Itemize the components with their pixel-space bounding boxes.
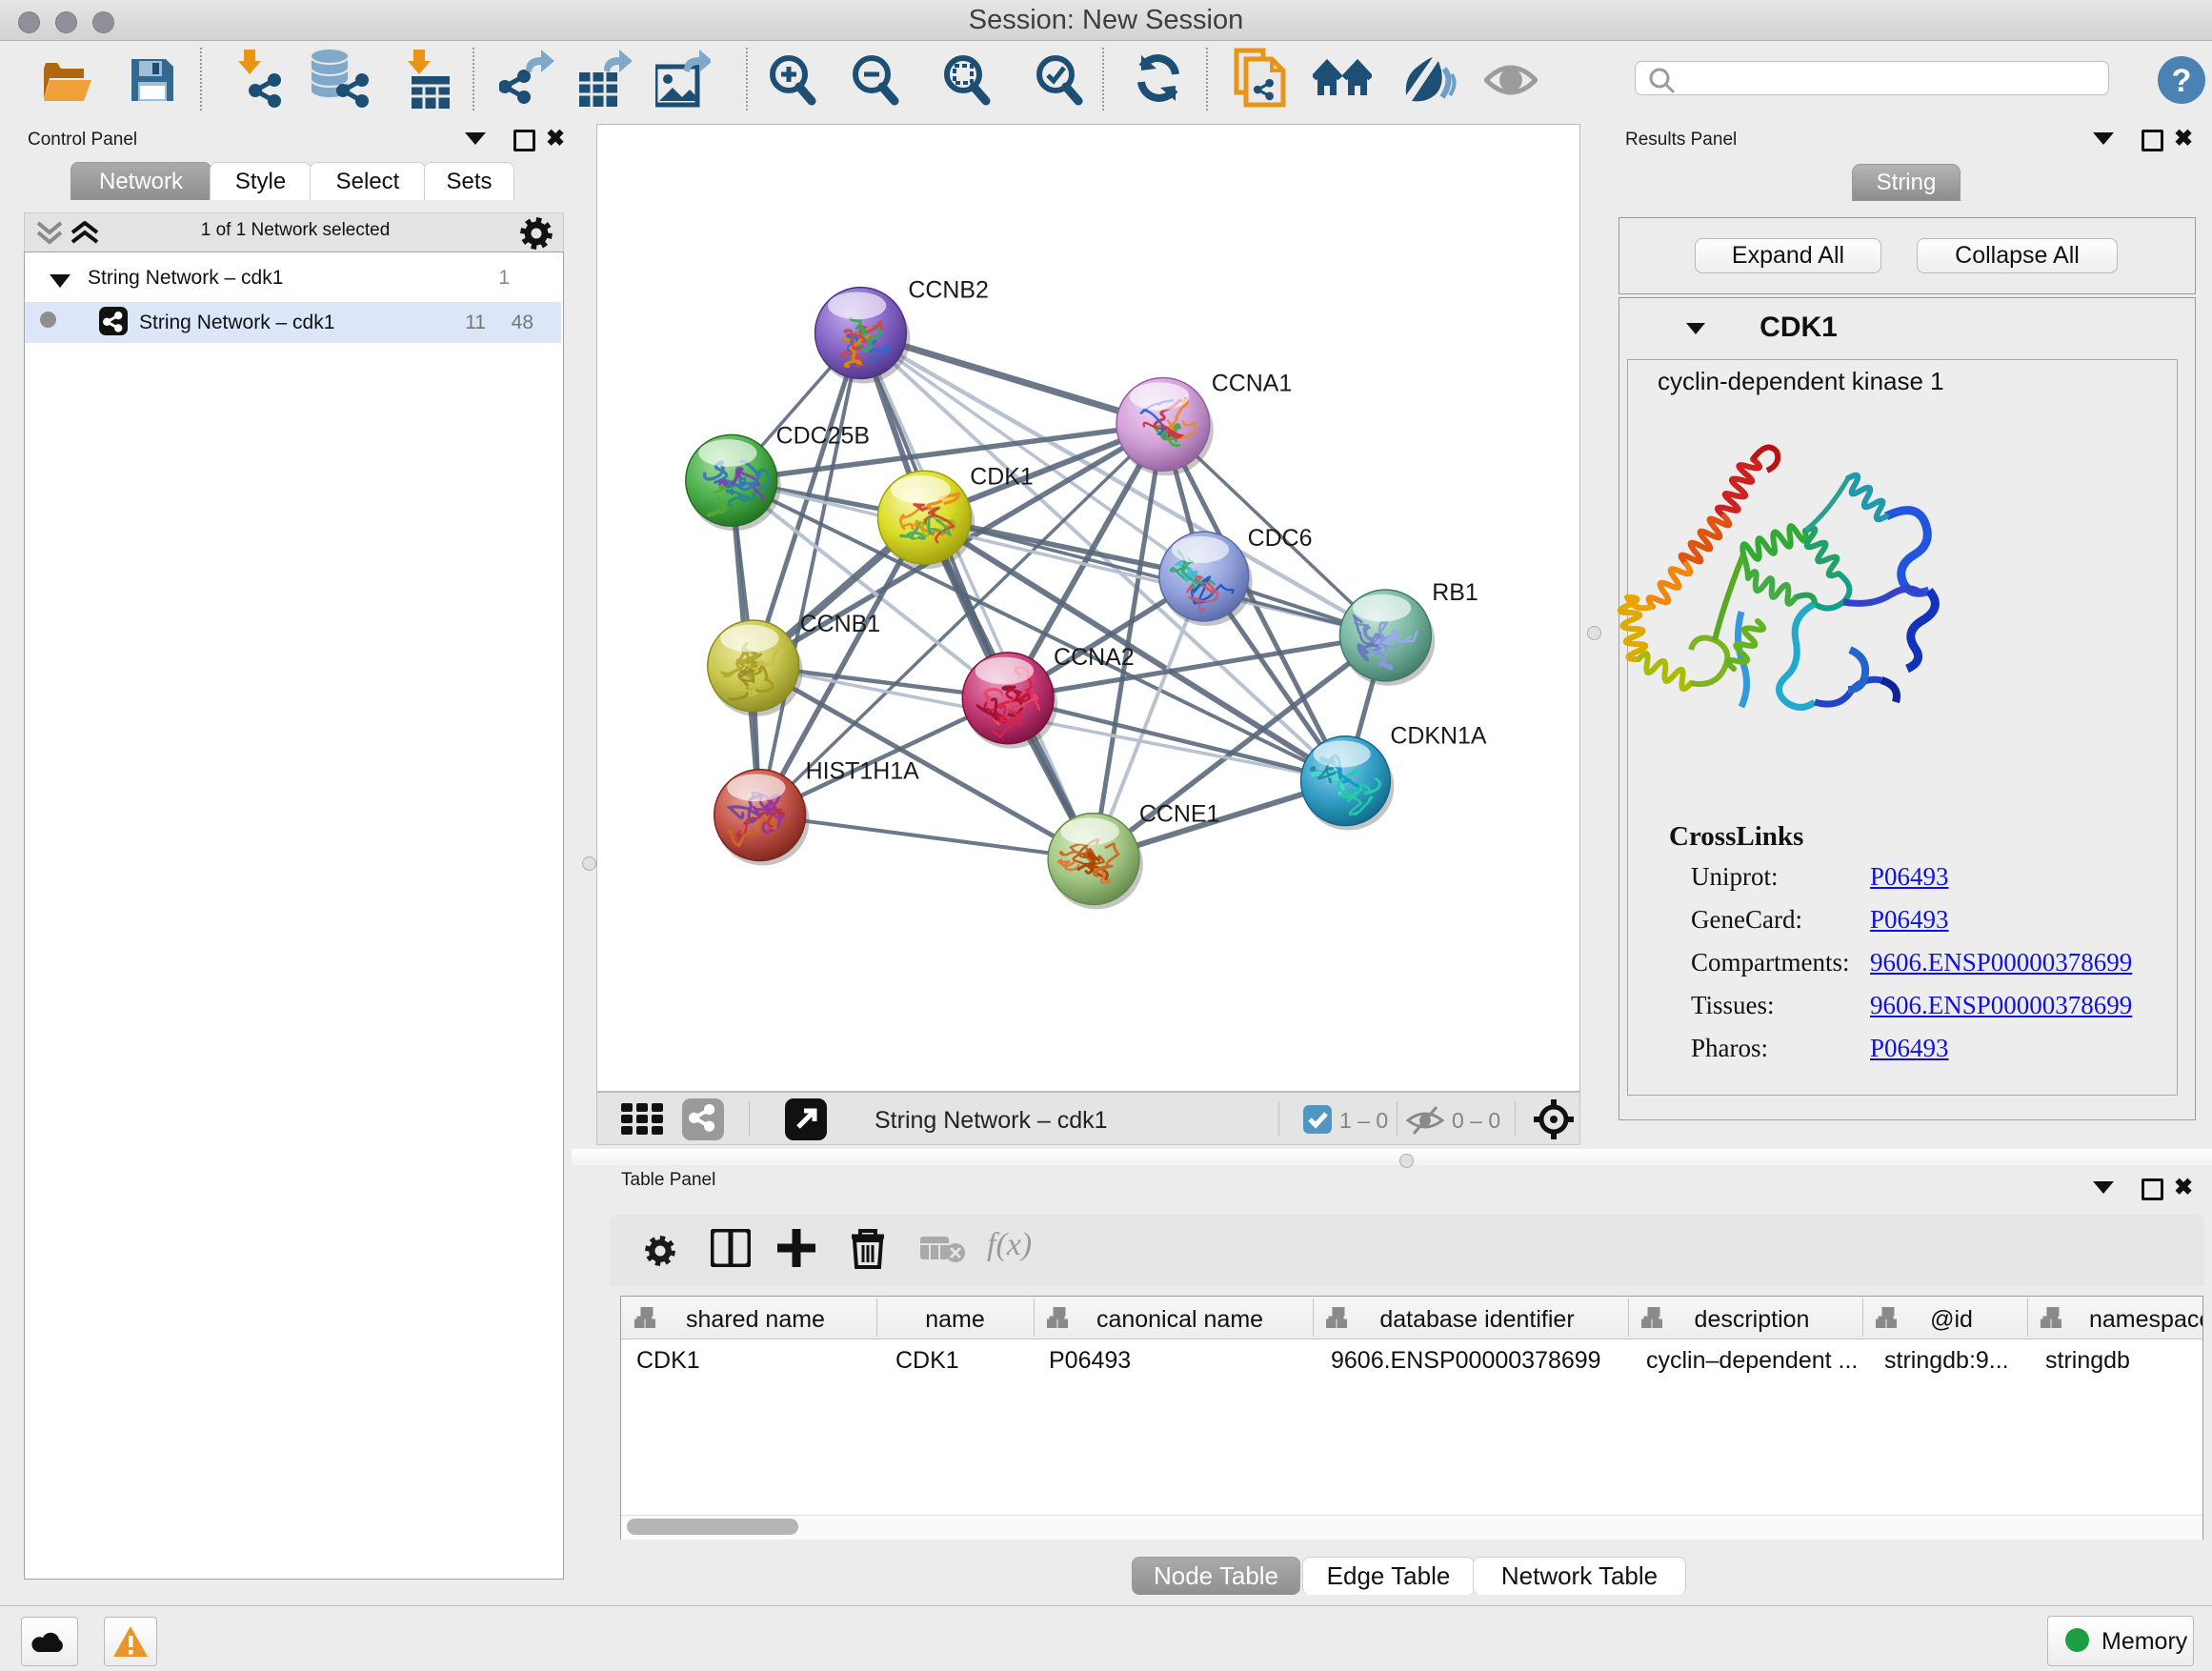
svg-text:CDC25B: CDC25B [776, 422, 870, 449]
svg-text:CDK1: CDK1 [970, 463, 1034, 490]
svg-text:CCNB2: CCNB2 [908, 277, 989, 304]
svg-text:HIST1H1A: HIST1H1A [806, 758, 920, 785]
svg-text:RB1: RB1 [1432, 579, 1478, 606]
svg-text:CDKN1A: CDKN1A [1390, 723, 1487, 750]
svg-text:CDC6: CDC6 [1248, 525, 1313, 552]
svg-text:CCNB1: CCNB1 [800, 611, 881, 637]
svg-text:CCNA2: CCNA2 [1054, 644, 1135, 671]
svg-text:?: ? [2172, 63, 2192, 99]
svg-text:CCNA1: CCNA1 [1212, 370, 1293, 396]
svg-text:CCNE1: CCNE1 [1139, 801, 1220, 828]
